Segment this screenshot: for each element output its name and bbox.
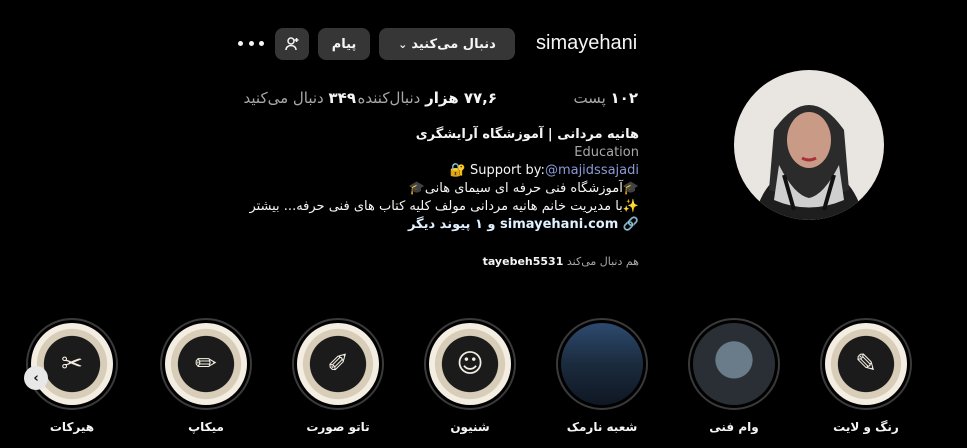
followed-by-line[interactable]: هم دنبال می‌کند tayebeh5531 <box>483 255 639 268</box>
hairstyle-icon: ☺ <box>429 323 511 405</box>
category-label: Education <box>574 145 639 160</box>
full-name: هانیه مردانی | آموزشگاه آرایشگری <box>415 127 639 142</box>
add-person-icon <box>285 37 299 51</box>
highlight-cover: ✎ <box>820 318 912 410</box>
highlight-cover: ✏ <box>160 318 252 410</box>
posts-count: ۱۰۲ پست <box>573 89 638 107</box>
highlight-item[interactable]: وام فنی <box>688 318 780 434</box>
chevron-down-icon: ⌄ <box>398 37 408 51</box>
bio-line-2[interactable]: ✨با مدیریت خانم هانیه مردانی مولف کلیه ک… <box>179 198 639 216</box>
highlight-cover: ✂ <box>26 318 118 410</box>
highlight-item[interactable]: ✐ تاتو صورت <box>292 318 384 434</box>
support-prefix: 🔐 Support by: <box>449 163 545 178</box>
highlight-cover <box>556 318 648 410</box>
highlight-label: شنیون <box>450 420 490 434</box>
highlight-label: شعبه نارمک <box>566 420 638 434</box>
external-link[interactable]: 🔗 simayehani.com و ۱ پیوند دیگر <box>179 216 639 234</box>
highlight-label: تاتو صورت <box>306 420 370 434</box>
highlight-glyph: ✂ <box>61 349 83 379</box>
highlight-label: رنگ و لایت <box>833 420 899 434</box>
bio-line-1: 🎓آموزشگاه فنی حرفه ای سیمای هانی🎓 <box>408 181 639 196</box>
highlight-cover: ✐ <box>292 318 384 410</box>
following-dropdown-button[interactable]: ⌄ دنبال می‌کنید <box>379 28 515 60</box>
followers-count-label: دنبال‌کننده <box>357 89 421 107</box>
portrait-photo <box>693 323 775 405</box>
suggest-people-button[interactable] <box>275 28 309 60</box>
followers-count[interactable]: ۷۷,۶ هزار دنبال‌کننده <box>358 89 497 107</box>
cosmetics-icon: ✎ <box>825 323 907 405</box>
highlight-cover <box>688 318 780 410</box>
followed-by-user: tayebeh5531 <box>482 255 564 268</box>
highlight-label: میکاپ <box>188 420 224 434</box>
highlight-item[interactable]: شعبه نارمک <box>556 318 648 434</box>
highlight-glyph: ✎ <box>855 349 877 379</box>
highlight-item[interactable]: ✏ میکاپ <box>160 318 252 434</box>
makeup-brush-icon: ✏ <box>165 323 247 405</box>
profile-avatar[interactable] <box>734 70 884 220</box>
following-count-value: ۳۴۹ <box>328 89 356 107</box>
highlight-glyph: ☺ <box>456 349 484 379</box>
posts-count-label: پست <box>573 89 606 107</box>
followers-count-value: ۷۷,۶ هزار <box>425 89 497 107</box>
storefront-photo <box>561 323 643 405</box>
profile-username: simayehani <box>536 32 638 54</box>
avatar-portrait <box>734 70 884 220</box>
message-button[interactable]: پیام <box>318 28 370 60</box>
followed-by-prefix: هم دنبال می‌کند <box>566 255 639 268</box>
scroll-left-button[interactable]: ‹ <box>24 366 48 390</box>
highlight-label: هیرکات <box>49 420 95 434</box>
highlight-glyph: ✐ <box>327 349 349 379</box>
highlight-glyph: ✏ <box>195 349 217 379</box>
scissors-comb-icon: ✂ <box>31 323 113 405</box>
tattoo-machine-icon: ✐ <box>297 323 379 405</box>
following-count-label: دنبال می‌کنید <box>243 89 324 107</box>
highlight-cover: ☺ <box>424 318 516 410</box>
highlight-item[interactable]: ☺ شنیون <box>424 318 516 434</box>
profile-bio: هانیه مردانی | آموزشگاه آرایشگری Educati… <box>179 126 639 234</box>
following-count[interactable]: ۳۴۹ دنبال می‌کنید <box>244 89 356 107</box>
posts-count-value: ۱۰۲ <box>610 89 638 107</box>
highlight-item[interactable]: ✎ رنگ و لایت <box>820 318 912 434</box>
following-button-label: دنبال می‌کنید <box>411 36 496 52</box>
support-line: 🔐 Support by:@majidssajadi <box>179 162 639 180</box>
support-handle-link[interactable]: @majidssajadi <box>545 163 639 178</box>
highlight-label: وام فنی <box>709 420 759 434</box>
chevron-left-icon: ‹ <box>33 370 39 386</box>
more-options-icon[interactable] <box>238 32 264 54</box>
